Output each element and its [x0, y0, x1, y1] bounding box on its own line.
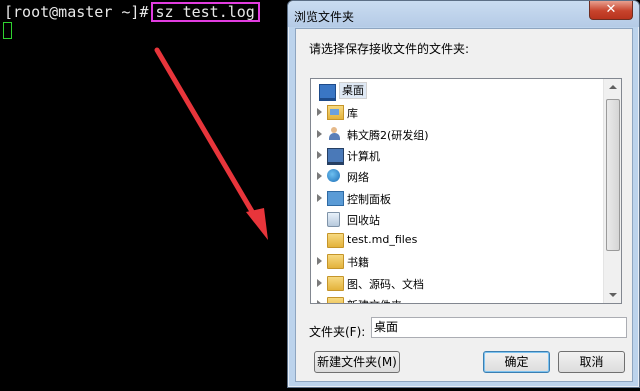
new-folder-button[interactable]: 新建文件夹(M)	[314, 351, 400, 373]
tree-item-label: 库	[347, 107, 358, 121]
terminal-command: sz test.log	[155, 3, 255, 21]
tree-item-label: 韩文腾2(研发组)	[347, 128, 429, 142]
tree-item[interactable]: 图、源码、文档	[311, 273, 603, 293]
scroll-thumb[interactable]	[606, 99, 620, 251]
network-icon	[327, 169, 340, 183]
folder-tree[interactable]: 桌面库韩文腾2(研发组) 计算机网络控制面板回收站 test.md_files 书籍图…	[310, 78, 622, 304]
control-panel-icon	[327, 190, 344, 206]
tree-item[interactable]: 计算机	[311, 145, 603, 165]
tree-item[interactable]: 回收站	[311, 209, 603, 229]
folder-input[interactable]	[371, 317, 627, 338]
tree-item-label: 回收站	[347, 213, 380, 227]
tree-item-label: 书籍	[347, 256, 369, 270]
recycle-bin-icon	[327, 211, 340, 227]
tree-item[interactable]: 控制面板	[311, 188, 603, 208]
folder-icon	[327, 233, 344, 249]
dialog-title-bar[interactable]: 浏览文件夹 ✕	[288, 1, 639, 27]
tree-item[interactable]: 桌面	[311, 81, 603, 101]
tree-item[interactable]: 韩文腾2(研发组)	[311, 124, 603, 144]
dialog-title: 浏览文件夹	[294, 10, 355, 24]
expand-arrow-icon[interactable]	[317, 108, 322, 117]
dialog-instruction: 请选择保存接收文件的文件夹:	[309, 42, 470, 56]
tree-item-label: 计算机	[347, 149, 380, 163]
terminal-cursor	[3, 22, 12, 39]
scroll-down-button[interactable]	[604, 286, 621, 303]
folder-label: 文件夹(F):	[309, 325, 366, 339]
ok-button[interactable]: 确定	[483, 351, 550, 373]
vertical-scrollbar[interactable]	[603, 79, 621, 303]
user-icon	[327, 126, 342, 140]
desktop-icon	[319, 84, 336, 101]
browse-folder-dialog: 浏览文件夹 ✕ 请选择保存接收文件的文件夹: 桌面库韩文腾2(研发组) 计算机网络…	[287, 0, 640, 388]
expand-arrow-icon[interactable]	[317, 150, 322, 159]
tree-item[interactable]: test.md_files	[311, 230, 603, 250]
folder-icon	[327, 297, 344, 303]
expand-arrow-icon[interactable]	[317, 193, 322, 202]
close-button[interactable]: ✕	[589, 1, 633, 20]
folder-icon	[327, 254, 344, 270]
tree-item[interactable]: 书籍	[311, 251, 603, 271]
tree-item-label: test.md_files	[347, 233, 418, 247]
tree-item[interactable]: 库	[311, 102, 603, 122]
computer-icon	[327, 147, 344, 165]
expand-arrow-icon[interactable]	[317, 257, 322, 266]
terminal-command-highlight: sz test.log	[150, 2, 260, 22]
tree-item-label: 桌面	[339, 82, 367, 99]
terminal-prompt: [root@master ~]#	[4, 3, 149, 21]
tree-item-label: 控制面板	[347, 192, 391, 206]
terminal-line: [root@master ~]# sz test.log	[4, 2, 260, 22]
cancel-button[interactable]: 取消	[558, 351, 625, 373]
tree-item-label: 新建文件夹	[347, 297, 402, 303]
dialog-client-area: 请选择保存接收文件的文件夹: 桌面库韩文腾2(研发组) 计算机网络控制面板回收站 t…	[295, 28, 633, 382]
scroll-up-button[interactable]	[604, 79, 621, 96]
tree-item-label: 网络	[347, 171, 369, 185]
tree-item-label: 图、源码、文档	[347, 277, 424, 291]
library-icon	[327, 105, 344, 121]
tree-item[interactable]: 网络	[311, 166, 603, 186]
tree-item[interactable]: 新建文件夹	[311, 294, 603, 303]
expand-arrow-icon[interactable]	[317, 172, 322, 181]
folder-icon	[327, 275, 344, 291]
expand-arrow-icon[interactable]	[317, 278, 322, 287]
expand-arrow-icon[interactable]	[317, 129, 322, 138]
expand-arrow-icon[interactable]	[317, 300, 322, 303]
